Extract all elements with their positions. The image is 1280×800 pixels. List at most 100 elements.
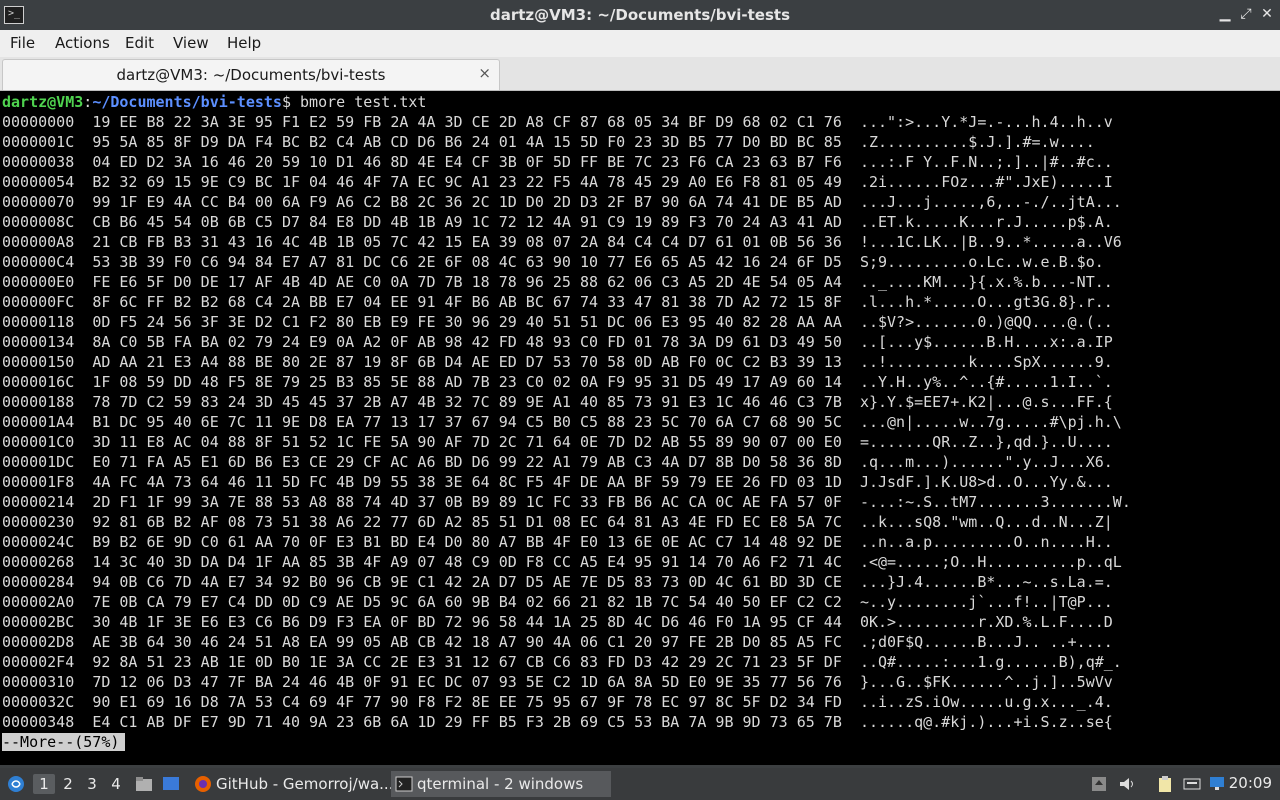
hexdump-offset: 0000032C: [2, 693, 75, 711]
hexdump-row: 000000A8 21 CB FB B3 31 43 16 4C 4B 1B 0…: [2, 232, 1122, 252]
hexdump-ascii: J.JsdF.].K.U8>d..O...Yy.&...: [859, 473, 1113, 491]
hexdump-bytes: B2 32 69 15 9E C9 BC 1F 04 46 4F 7A EC 9…: [92, 173, 842, 191]
hexdump-row: 0000016C 1F 08 59 DD 48 F5 8E 79 25 B3 8…: [2, 372, 1113, 392]
hexdump-row: 000002A0 7E 0B CA 79 E7 C4 DD 0D C9 AE D…: [2, 592, 1113, 612]
hexdump-row: 000002F4 92 8A 51 23 AB 1E 0D B0 1E 3A C…: [2, 652, 1122, 672]
hexdump-row: 000001A4 B1 DC 95 40 6E 7C 11 9E D8 EA 7…: [2, 412, 1122, 432]
hexdump-bytes: 92 8A 51 23 AB 1E 0D B0 1E 3A CC 2E E3 3…: [92, 653, 842, 671]
hexdump-offset: 00000000: [2, 113, 75, 131]
hexdump-bytes: 8A C0 5B FA BA 02 79 24 E9 0A A2 0F AB 9…: [92, 333, 842, 351]
workspace-3[interactable]: 3: [81, 774, 103, 794]
hexdump-ascii: .q...m...)......".y..J...X6.: [859, 453, 1113, 471]
hexdump-ascii: S;9.........o.Lc..w.e.B.$o.: [859, 253, 1104, 271]
hexdump-bytes: 3D 11 E8 AC 04 88 8F 51 52 1C FE 5A 90 A…: [92, 433, 842, 451]
hexdump-offset: 00000150: [2, 353, 75, 371]
keyboard-icon[interactable]: [1183, 775, 1201, 793]
task-firefox-github[interactable]: GitHub - Gemorroj/wa...: [190, 771, 414, 797]
clock: 20:09: [1228, 774, 1272, 792]
hexdump-row: 00000214 2D F1 1F 99 3A 7E 88 53 A8 88 7…: [2, 492, 1131, 512]
clipboard-icon[interactable]: [1156, 775, 1174, 793]
hexdump-row: 00000038 04 ED D2 3A 16 46 20 59 10 D1 4…: [2, 152, 1113, 172]
window-title: dartz@VM3: ~/Documents/bvi-tests: [489, 6, 791, 24]
hexdump-bytes: 4A FC 4A 73 64 46 11 5D FC 4B D9 55 38 3…: [92, 473, 842, 491]
hexdump-ascii: .2i......FOz...#".JxE).....I: [859, 173, 1113, 191]
prompt-path: ~/Documents/bvi-tests: [92, 93, 282, 111]
hexdump-ascii: ...":>...Y.*J=.-...h.4..h..v: [859, 113, 1113, 131]
workspace-2[interactable]: 2: [57, 774, 79, 794]
workspace-1[interactable]: 1: [33, 774, 55, 794]
hexdump-row: 000002BC 30 4B 1F 3E E6 E3 C6 B6 D9 F3 E…: [2, 612, 1113, 632]
tab-close-icon[interactable]: ×: [478, 64, 491, 82]
hexdump-offset: 00000310: [2, 673, 75, 691]
hexdump-row: 00000000 19 EE B8 22 3A 3E 95 F1 E2 59 F…: [2, 112, 1113, 132]
menubar: File Actions Edit View Help: [0, 30, 1280, 57]
hexdump-ascii: =.......QR..Z..},qd.}..U....: [859, 433, 1113, 451]
hexdump-ascii: ..Y.H..y%..^..{#.....1.I..`.: [859, 373, 1113, 391]
hexdump-ascii: .<@=.....;O..H..........p..qL: [859, 553, 1122, 571]
tab-bar: dartz@VM3: ~/Documents/bvi-tests ×: [0, 57, 1280, 91]
hexdump-row: 00000310 7D 12 06 D3 47 7F BA 24 46 4B 0…: [2, 672, 1113, 692]
hexdump-bytes: 21 CB FB B3 31 43 16 4C 4B 1B 05 7C 42 1…: [92, 233, 842, 251]
hexdump-offset: 000002D8: [2, 633, 75, 651]
maximize-button[interactable]: ⤢: [1236, 4, 1256, 24]
hexdump-ascii: ..!.........k....SpX......9.: [859, 353, 1113, 371]
menu-help[interactable]: Help: [227, 34, 261, 52]
hexdump-offset: 00000118: [2, 313, 75, 331]
tab-label: dartz@VM3: ~/Documents/bvi-tests: [116, 66, 386, 84]
hexdump-offset: 000000C4: [2, 253, 75, 271]
hexdump-offset: 00000230: [2, 513, 75, 531]
hexdump-row: 000000E0 FE E6 5F D0 DE 17 AF 4B 4D AE C…: [2, 272, 1113, 292]
hexdump-ascii: .._....KM...}{.x.%.b...-NT..: [859, 273, 1113, 291]
hexdump-row: 0000032C 90 E1 69 16 D8 7A 53 C4 69 4F 7…: [2, 692, 1113, 712]
volume-icon[interactable]: [1118, 775, 1136, 793]
hexdump-bytes: 8F 6C FF B2 B2 68 C4 2A BB E7 04 EE 91 4…: [92, 293, 842, 311]
hexdump-offset: 000002A0: [2, 593, 75, 611]
minimize-button[interactable]: ▁: [1215, 4, 1235, 24]
hexdump-offset: 00000134: [2, 333, 75, 351]
task-label: qterminal - 2 windows: [417, 775, 584, 793]
firefox-icon: [195, 776, 211, 792]
hexdump-row: 0000024C B9 B2 6E 9D C0 61 AA 70 0F E3 B…: [2, 532, 1113, 552]
hexdump-ascii: .Z..........$.J.].#=.w....: [859, 133, 1095, 151]
menu-edit[interactable]: Edit: [125, 34, 154, 52]
hexdump-bytes: 95 5A 85 8F D9 DA F4 BC B2 C4 AB CD D6 B…: [92, 133, 842, 151]
hexdump-bytes: 2D F1 1F 99 3A 7E 88 53 A8 88 74 4D 37 0…: [92, 493, 842, 511]
hexdump-bytes: CB B6 45 54 0B 6B C5 D7 84 E8 DD 4B 1B A…: [92, 213, 842, 231]
hexdump-row: 000000C4 53 3B 39 F0 C6 94 84 E7 A7 81 D…: [2, 252, 1104, 272]
menu-file[interactable]: File: [10, 34, 35, 52]
window-titlebar[interactable]: >_ dartz@VM3: ~/Documents/bvi-tests ▁ ⤢ …: [0, 0, 1280, 30]
hexdump-offset: 00000188: [2, 393, 75, 411]
hexdump-bytes: 04 ED D2 3A 16 46 20 59 10 D1 46 8D 4E E…: [92, 153, 842, 171]
show-desktop-icon[interactable]: [162, 775, 180, 793]
hexdump-offset: 000000FC: [2, 293, 75, 311]
hexdump-bytes: 7E 0B CA 79 E7 C4 DD 0D C9 AE D5 9C 6A 6…: [92, 593, 842, 611]
network-icon[interactable]: [1208, 774, 1226, 792]
file-manager-icon[interactable]: [135, 775, 153, 793]
terminal-output[interactable]: dartz@VM3:~/Documents/bvi-tests$ bmore t…: [0, 91, 1280, 765]
hexdump-bytes: 53 3B 39 F0 C6 94 84 E7 A7 81 DC C6 2E 6…: [92, 253, 842, 271]
prompt-separator: :: [83, 93, 93, 111]
hexdump-ascii: }...G..$FK......^..j.]..5wVv: [859, 673, 1113, 691]
hexdump-ascii: ...}J.4......B*...~..s.La.=.: [859, 573, 1113, 591]
menu-view[interactable]: View: [173, 34, 209, 52]
hexdump-offset: 000001DC: [2, 453, 75, 471]
hexdump-offset: 000001A4: [2, 413, 75, 431]
menu-actions[interactable]: Actions: [55, 34, 110, 52]
hexdump-ascii: ...@n|.....w..7g.....#\pj.h.\: [859, 413, 1122, 431]
hexdump-bytes: 30 4B 1F 3E E6 E3 C6 B6 D9 F3 EA 0F BD 7…: [92, 613, 842, 631]
terminal-tab[interactable]: dartz@VM3: ~/Documents/bvi-tests ×: [2, 59, 500, 90]
task-qterminal[interactable]: qterminal - 2 windows: [391, 771, 611, 797]
hexdump-offset: 0000016C: [2, 373, 75, 391]
hexdump-row: 000002D8 AE 3B 64 30 46 24 51 A8 EA 99 0…: [2, 632, 1113, 652]
hexdump-bytes: 1F 08 59 DD 48 F5 8E 79 25 B3 85 5E 88 A…: [92, 373, 842, 391]
pager-status-line: --More--(57%): [2, 732, 126, 752]
hexdump-offset: 000000E0: [2, 273, 75, 291]
hexdump-ascii: ..[...y$......B.H....x:.a.IP: [859, 333, 1113, 351]
hexdump-offset: 0000008C: [2, 213, 75, 231]
workspace-4[interactable]: 4: [105, 774, 127, 794]
app-menu-icon[interactable]: [7, 775, 25, 793]
hexdump-row: 000001DC E0 71 FA A5 E1 6D B6 E3 CE 29 C…: [2, 452, 1113, 472]
close-window-button[interactable]: ✕: [1257, 4, 1277, 24]
hexdump-offset: 00000214: [2, 493, 75, 511]
eject-icon[interactable]: [1090, 775, 1108, 793]
